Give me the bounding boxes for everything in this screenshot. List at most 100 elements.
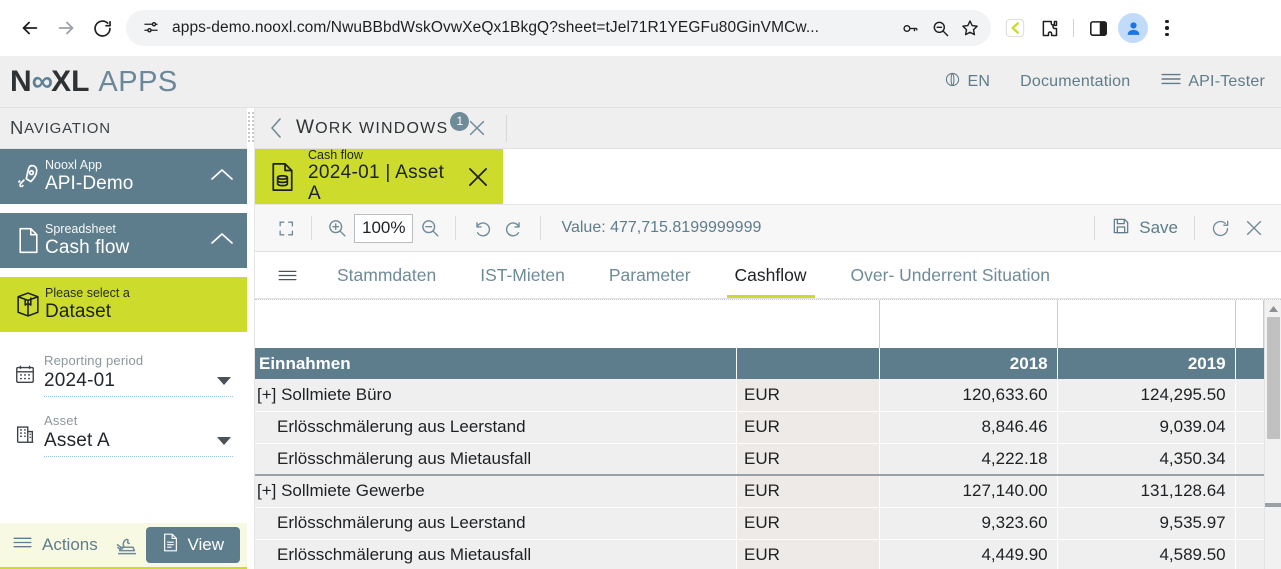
extension-puzzle-icon[interactable] (1033, 12, 1065, 44)
table-row[interactable]: Erlösschmälerung aus Leerstand EUR 8,846… (255, 411, 1264, 444)
close-icon[interactable] (1237, 211, 1271, 245)
row-value-2019[interactable]: 4,350.34 (1057, 443, 1236, 476)
zoom-level-input[interactable]: 100% (354, 213, 414, 243)
logo-infinity-icon: ∞ (31, 64, 53, 98)
browser-reload-button[interactable] (84, 10, 120, 46)
row-value-2018[interactable]: 8,846.46 (879, 411, 1058, 444)
scroll-up-arrow-icon[interactable] (1268, 300, 1279, 317)
row-pad (1235, 379, 1264, 412)
row-value-2018[interactable]: 9,323.60 (879, 507, 1058, 540)
sheet-tab-cashflow[interactable]: Cashflow (713, 252, 829, 298)
sidebar-resize-handle[interactable] (247, 108, 255, 569)
field-value[interactable]: 2024-01 (44, 370, 217, 392)
row-value-2019[interactable]: 9,039.04 (1057, 411, 1236, 444)
sheet-tab-parameter[interactable]: Parameter (587, 252, 713, 298)
nooxl-logo[interactable]: N ∞ XL APPS (10, 65, 178, 99)
globe-icon (944, 71, 961, 93)
navigation-title: N AVIGATION (0, 108, 247, 149)
divider (455, 216, 457, 240)
api-tester-label: API-Tester (1188, 72, 1265, 90)
redo-icon[interactable] (498, 211, 532, 245)
sidebar-card-dataset[interactable]: Please select a Dataset (0, 277, 247, 332)
save-label: Save (1139, 218, 1178, 237)
document-tab-cash-flow[interactable]: Cash flow 2024-01 | Asset A (255, 148, 503, 205)
refresh-icon[interactable] (1203, 211, 1237, 245)
nooxl-extension-icon[interactable] (999, 12, 1031, 44)
sidebar-card-api-demo[interactable]: Nooxl App API-Demo (0, 149, 247, 204)
address-bar[interactable]: apps-demo.nooxl.com/NwuBBbdWskOvwXeQx1Bk… (126, 10, 991, 46)
stamp-icon[interactable] (114, 533, 140, 557)
undo-icon[interactable] (464, 211, 498, 245)
row-currency[interactable]: EUR (736, 443, 880, 476)
vertical-scrollbar[interactable] (1264, 300, 1281, 569)
row-label[interactable]: Erlösschmälerung aus Leerstand (255, 507, 737, 540)
row-currency[interactable]: EUR (736, 474, 880, 508)
row-value-2018[interactable]: 120,633.60 (879, 379, 1058, 412)
row-value-2018[interactable]: 4,222.18 (879, 443, 1058, 476)
view-button[interactable]: View (146, 527, 240, 563)
three-dot-menu-icon[interactable] (1152, 19, 1182, 37)
close-all-windows-icon[interactable] (466, 117, 488, 139)
sheet-tab-over-underrent-situation[interactable]: Over- Underrent Situation (829, 252, 1072, 298)
row-label[interactable]: Erlösschmälerung aus Leerstand (255, 411, 737, 444)
row-label[interactable]: Erlösschmälerung aus Mietausfall (255, 443, 737, 476)
table-spacer-row (255, 300, 1264, 348)
zoom-out-icon[interactable] (925, 13, 955, 43)
sheet-tab-stammdaten[interactable]: Stammdaten (315, 252, 458, 298)
url-text[interactable]: apps-demo.nooxl.com/NwuBBbdWskOvwXeQx1Bk… (164, 19, 895, 37)
cashflow-table[interactable]: Einnahmen 2018 2019 [+] Sollmiete Büro E… (255, 300, 1264, 569)
row-currency[interactable]: EUR (736, 411, 880, 444)
row-currency[interactable]: EUR (736, 539, 880, 569)
row-currency[interactable]: EUR (736, 379, 880, 412)
row-value-2019[interactable]: 124,295.50 (1057, 379, 1236, 412)
table-row[interactable]: [+] Sollmiete Gewerbe EUR 127,140.00 131… (255, 474, 1264, 508)
profile-avatar-icon[interactable] (1118, 13, 1148, 43)
drag-handle-dots-icon (248, 112, 254, 142)
save-button[interactable]: Save (1103, 216, 1186, 241)
field-value[interactable]: Asset A (44, 430, 217, 452)
row-currency[interactable]: EUR (736, 507, 880, 540)
table-row[interactable]: [+] Sollmiete Büro EUR 120,633.60 124,29… (255, 379, 1264, 412)
browser-back-button[interactable] (12, 10, 48, 46)
scrollbar-thumb[interactable] (1266, 317, 1280, 439)
chevron-down-icon[interactable] (217, 377, 231, 385)
row-value-2018[interactable]: 4,449.90 (879, 539, 1058, 569)
star-icon[interactable] (955, 13, 985, 43)
row-label[interactable]: Erlösschmälerung aus Mietausfall (255, 539, 737, 569)
row-value-2019[interactable]: 4,589.50 (1057, 539, 1236, 569)
sheet-menu-icon[interactable] (269, 252, 305, 298)
table-row[interactable]: Erlösschmälerung aus Mietausfall EUR 4,2… (255, 443, 1264, 476)
site-settings-icon[interactable] (138, 15, 164, 41)
chevron-down-icon[interactable] (217, 437, 231, 445)
row-value-2019[interactable]: 131,128.64 (1057, 474, 1236, 508)
zoom-out-icon[interactable] (413, 211, 447, 245)
row-label[interactable]: [+] Sollmiete Gewerbe (255, 474, 737, 508)
browser-forward-button[interactable] (48, 10, 84, 46)
table-row[interactable]: Erlösschmälerung aus Mietausfall EUR 4,4… (255, 539, 1264, 569)
close-icon[interactable] (465, 164, 491, 190)
row-label[interactable]: [+] Sollmiete Büro (255, 379, 737, 412)
sidebar-card-cash-flow[interactable]: Spreadsheet Cash flow (0, 213, 247, 268)
zoom-in-icon[interactable] (320, 211, 354, 245)
field-asset[interactable]: Asset Asset A (14, 413, 233, 457)
work-windows-label: WORK WINDOWS (296, 117, 448, 139)
chevron-up-icon[interactable] (209, 230, 239, 252)
chevron-left-icon[interactable] (255, 117, 296, 139)
sheet-tab-ist-mieten[interactable]: IST-Mieten (458, 252, 587, 298)
chevron-up-icon[interactable] (209, 166, 239, 188)
row-value-2019[interactable]: 9,535.97 (1057, 507, 1236, 540)
header-section-label: Einnahmen (255, 348, 737, 379)
field-reporting-period[interactable]: Reporting period 2024-01 (14, 353, 233, 397)
spacer-cell (1057, 300, 1236, 348)
password-key-icon[interactable] (895, 13, 925, 43)
spreadsheet-grid[interactable]: Einnahmen 2018 2019 [+] Sollmiete Büro E… (255, 299, 1281, 569)
api-tester-link[interactable]: API-Tester (1160, 71, 1265, 92)
side-panel-icon[interactable] (1082, 12, 1114, 44)
grid-viewport[interactable]: Einnahmen 2018 2019 [+] Sollmiete Büro E… (255, 300, 1264, 569)
table-row[interactable]: Erlösschmälerung aus Leerstand EUR 9,323… (255, 507, 1264, 540)
fullscreen-icon[interactable] (269, 211, 303, 245)
row-value-2018[interactable]: 127,140.00 (879, 474, 1058, 508)
language-selector[interactable]: EN (944, 71, 990, 93)
actions-button[interactable]: Actions (12, 535, 98, 555)
documentation-link[interactable]: Documentation (1020, 73, 1130, 91)
